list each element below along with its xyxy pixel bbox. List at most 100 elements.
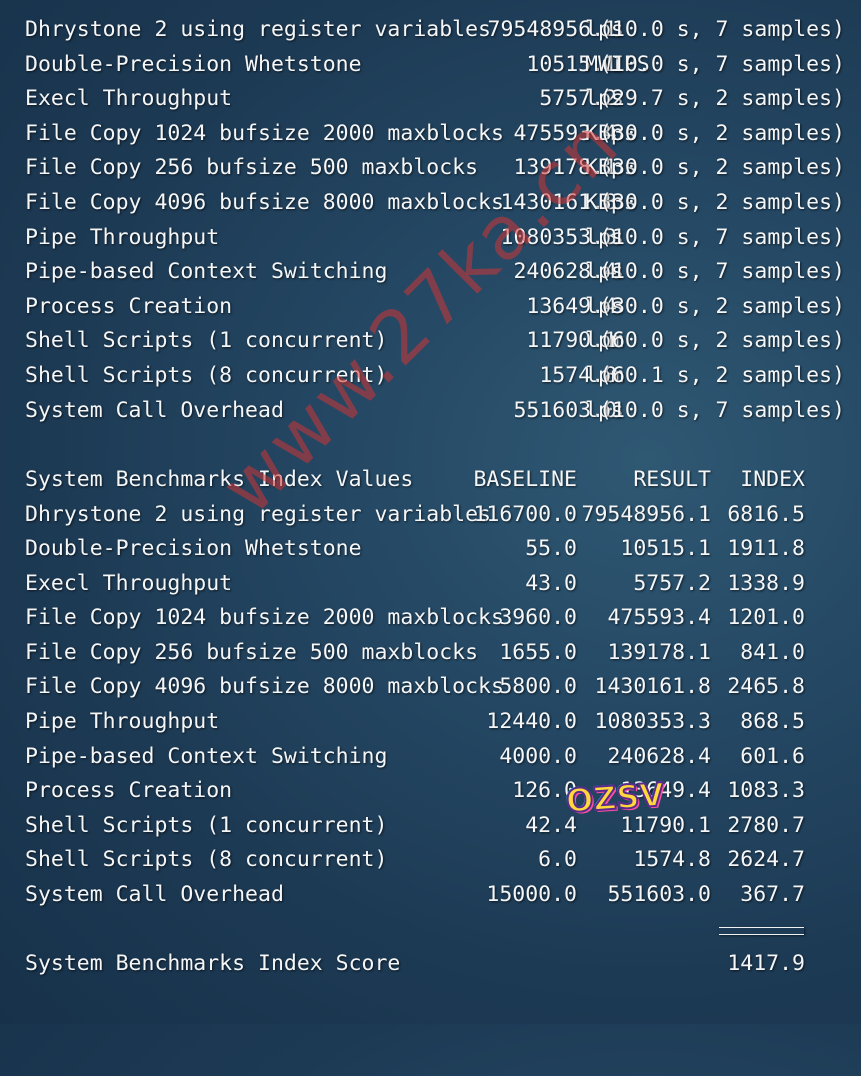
result-row: Double-Precision Whetstone 10515.1 MWIPS…: [0, 49, 861, 81]
index-row-result: 79548956.1: [581, 502, 711, 527]
index-row-result: 240628.4: [607, 744, 711, 769]
index-table-header: System Benchmarks Index Values BASELINE …: [0, 464, 861, 496]
index-row: Double-Precision Whetstone 55.0 10515.1 …: [0, 533, 861, 565]
terminal-output: Dhrystone 2 using register variables 795…: [0, 0, 861, 1024]
result-row: Pipe-based Context Switching 240628.4 lp…: [0, 256, 861, 288]
benchmark-detail: (60.1 s, 2 samples): [599, 363, 845, 388]
benchmark-name: Execl Throughput: [25, 86, 233, 111]
benchmark-detail: (29.7 s, 2 samples): [599, 86, 845, 111]
index-row-baseline: 126.0: [512, 778, 577, 803]
index-row-baseline: 15000.0: [486, 882, 577, 907]
index-row-index: 2780.7: [727, 813, 805, 838]
index-row-baseline: 4000.0: [499, 744, 577, 769]
index-score-row: System Benchmarks Index Score 1417.9: [0, 948, 861, 980]
index-row-name: File Copy 1024 bufsize 2000 maxblocks: [25, 605, 504, 630]
result-row: File Copy 256 bufsize 500 maxblocks 1391…: [0, 152, 861, 184]
index-row-result: 551603.0: [607, 882, 711, 907]
index-row-baseline: 5800.0: [499, 674, 577, 699]
index-row-result: 1430161.8: [594, 674, 712, 699]
index-row-baseline: 3960.0: [499, 605, 577, 630]
index-row-name: File Copy 4096 bufsize 8000 maxblocks: [25, 674, 504, 699]
index-score-label: System Benchmarks Index Score: [25, 951, 401, 976]
benchmark-detail: (10.0 s, 7 samples): [599, 52, 845, 77]
result-row: Execl Throughput 5757.2 lps (29.7 s, 2 s…: [0, 83, 861, 115]
index-row-baseline: 55.0: [525, 536, 577, 561]
index-row-baseline: 42.4: [525, 813, 577, 838]
result-row: File Copy 4096 bufsize 8000 maxblocks 14…: [0, 187, 861, 219]
benchmark-detail: (60.0 s, 2 samples): [599, 328, 845, 353]
index-row-name: System Call Overhead: [25, 882, 284, 907]
index-row-index: 1201.0: [727, 605, 805, 630]
index-row-name: Double-Precision Whetstone: [25, 536, 362, 561]
index-row: File Copy 256 bufsize 500 maxblocks 1655…: [0, 637, 861, 669]
benchmark-name: System Call Overhead: [25, 398, 284, 423]
benchmark-name: Pipe Throughput: [25, 225, 220, 250]
index-row-result: 13649.4: [620, 778, 711, 803]
result-row: Shell Scripts (1 concurrent) 11790.1 lpm…: [0, 325, 861, 357]
index-row-result: 475593.4: [607, 605, 711, 630]
result-row: System Call Overhead 551603.0 lps (10.0 …: [0, 395, 861, 427]
index-row: Shell Scripts (8 concurrent) 6.0 1574.8 …: [0, 844, 861, 876]
result-row: Process Creation 13649.4 lps (30.0 s, 2 …: [0, 291, 861, 323]
index-header: INDEX: [740, 467, 805, 492]
baseline-header: BASELINE: [473, 467, 577, 492]
index-row: Execl Throughput 43.0 5757.2 1338.9: [0, 568, 861, 600]
benchmark-detail: (30.0 s, 2 samples): [599, 121, 845, 146]
score-separator: [719, 927, 804, 935]
index-row: Dhrystone 2 using register variables 116…: [0, 499, 861, 531]
index-row-name: Shell Scripts (1 concurrent): [25, 813, 388, 838]
benchmark-name: File Copy 4096 bufsize 8000 maxblocks: [25, 190, 504, 215]
index-row: Pipe-based Context Switching 4000.0 2406…: [0, 741, 861, 773]
index-row-index: 6816.5: [727, 502, 805, 527]
benchmark-name: File Copy 256 bufsize 500 maxblocks: [25, 155, 479, 180]
benchmark-detail: (30.0 s, 2 samples): [599, 155, 845, 180]
index-row-name: Dhrystone 2 using register variables: [25, 502, 491, 527]
index-row-name: Pipe-based Context Switching: [25, 744, 388, 769]
index-row-result: 5757.2: [633, 571, 711, 596]
index-score-value: 1417.9: [727, 951, 805, 976]
index-row-name: Process Creation: [25, 778, 233, 803]
index-row: Pipe Throughput 12440.0 1080353.3 868.5: [0, 706, 861, 738]
index-row-name: Shell Scripts (8 concurrent): [25, 847, 388, 872]
index-row-index: 1338.9: [727, 571, 805, 596]
index-row-result: 11790.1: [620, 813, 711, 838]
index-row-baseline: 116700.0: [473, 502, 577, 527]
benchmark-name: Dhrystone 2 using register variables: [25, 17, 491, 42]
benchmark-name: Shell Scripts (8 concurrent): [25, 363, 388, 388]
index-row-result: 1080353.3: [594, 709, 712, 734]
index-row-baseline: 12440.0: [486, 709, 577, 734]
index-row-result: 139178.1: [607, 640, 711, 665]
result-row: Shell Scripts (8 concurrent) 1574.8 lpm …: [0, 360, 861, 392]
index-row-name: File Copy 256 bufsize 500 maxblocks: [25, 640, 479, 665]
index-table-title: System Benchmarks Index Values: [25, 467, 414, 492]
index-row-index: 367.7: [740, 882, 805, 907]
index-row-baseline: 6.0: [538, 847, 577, 872]
benchmark-name: Shell Scripts (1 concurrent): [25, 328, 388, 353]
benchmark-name: File Copy 1024 bufsize 2000 maxblocks: [25, 121, 504, 146]
benchmark-name: Process Creation: [25, 294, 233, 319]
result-row: Dhrystone 2 using register variables 795…: [0, 14, 861, 46]
index-row-index: 601.6: [740, 744, 805, 769]
result-header: RESULT: [633, 467, 711, 492]
index-row-baseline: 1655.0: [499, 640, 577, 665]
index-row: File Copy 1024 bufsize 2000 maxblocks 39…: [0, 602, 861, 634]
result-row: File Copy 1024 bufsize 2000 maxblocks 47…: [0, 118, 861, 150]
result-row: Pipe Throughput 1080353.3 lps (10.0 s, 7…: [0, 222, 861, 254]
index-row-index: 1083.3: [727, 778, 805, 803]
index-row-index: 2624.7: [727, 847, 805, 872]
benchmark-name: Double-Precision Whetstone: [25, 52, 362, 77]
index-row-baseline: 43.0: [525, 571, 577, 596]
index-row: File Copy 4096 bufsize 8000 maxblocks 58…: [0, 671, 861, 703]
index-row-name: Execl Throughput: [25, 571, 233, 596]
index-row-index: 2465.8: [727, 674, 805, 699]
index-row: Process Creation 126.0 13649.4 1083.3: [0, 775, 861, 807]
index-row-index: 868.5: [740, 709, 805, 734]
benchmark-detail: (10.0 s, 7 samples): [599, 225, 845, 250]
benchmark-detail: (10.0 s, 7 samples): [599, 17, 845, 42]
index-row-index: 841.0: [740, 640, 805, 665]
index-row-result: 10515.1: [620, 536, 711, 561]
index-row: System Call Overhead 15000.0 551603.0 36…: [0, 879, 861, 911]
benchmark-detail: (30.0 s, 2 samples): [599, 190, 845, 215]
benchmark-detail: (10.0 s, 7 samples): [599, 259, 845, 284]
index-row-result: 1574.8: [633, 847, 711, 872]
